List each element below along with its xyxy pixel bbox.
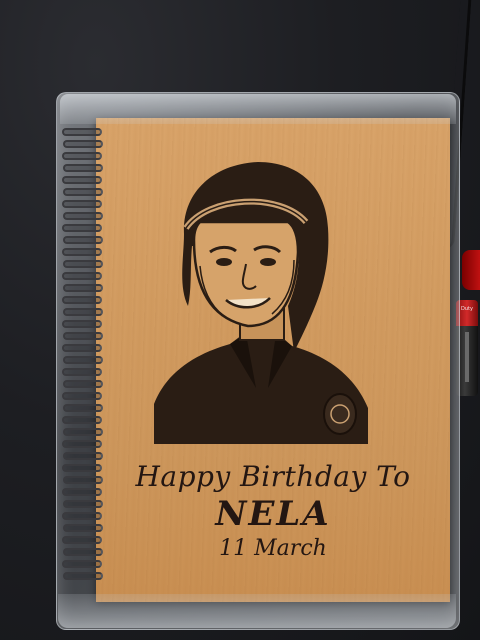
spiral-coil (62, 152, 102, 160)
spiral-coil (62, 368, 102, 376)
spiral-coil (63, 236, 103, 244)
photo-scene: Duty Happy Birthday To NELA 11 March (0, 0, 480, 640)
spiral-coil (62, 248, 102, 256)
spiral-coil (62, 320, 102, 328)
spiral-coil (63, 452, 103, 460)
battery-label: Duty (461, 306, 473, 312)
spiral-coil (63, 260, 103, 268)
spiral-coil (63, 308, 103, 316)
engraved-portrait (154, 162, 368, 444)
battery-stripe (465, 332, 469, 382)
spiral-coil (62, 392, 102, 400)
spiral-coil (62, 200, 102, 208)
portrait-face (192, 220, 300, 328)
spiral-coil (63, 140, 103, 148)
red-object (462, 250, 480, 290)
spiral-coil (63, 428, 103, 436)
spiral-coil (63, 164, 103, 172)
spiral-coil (62, 296, 102, 304)
spiral-coil (63, 380, 103, 388)
spiral-coil (63, 572, 103, 580)
spiral-coil (63, 284, 103, 292)
spiral-coil (62, 128, 102, 136)
spiral-coil (63, 356, 103, 364)
spiral-coil (62, 224, 102, 232)
portrait-patch (323, 393, 357, 435)
portrait-right-eye (260, 258, 276, 266)
portrait-left-eye (216, 258, 232, 266)
spiral-coil (62, 176, 102, 184)
recipient-name: NELA (215, 494, 331, 534)
plastic-top-seal (60, 94, 456, 124)
spiral-coil (62, 272, 102, 280)
spiral-coil (63, 188, 103, 196)
birthday-date: 11 March (219, 536, 327, 561)
spiral-coil (62, 344, 102, 352)
spiral-coil (62, 416, 102, 424)
spiral-coil (62, 560, 102, 568)
spiral-coil (63, 332, 103, 340)
spiral-coil (63, 404, 103, 412)
plastic-bottom-seal (58, 594, 456, 628)
greeting-text: Happy Birthday To (135, 460, 411, 493)
spiral-coil (62, 440, 102, 448)
spiral-coil (63, 212, 103, 220)
